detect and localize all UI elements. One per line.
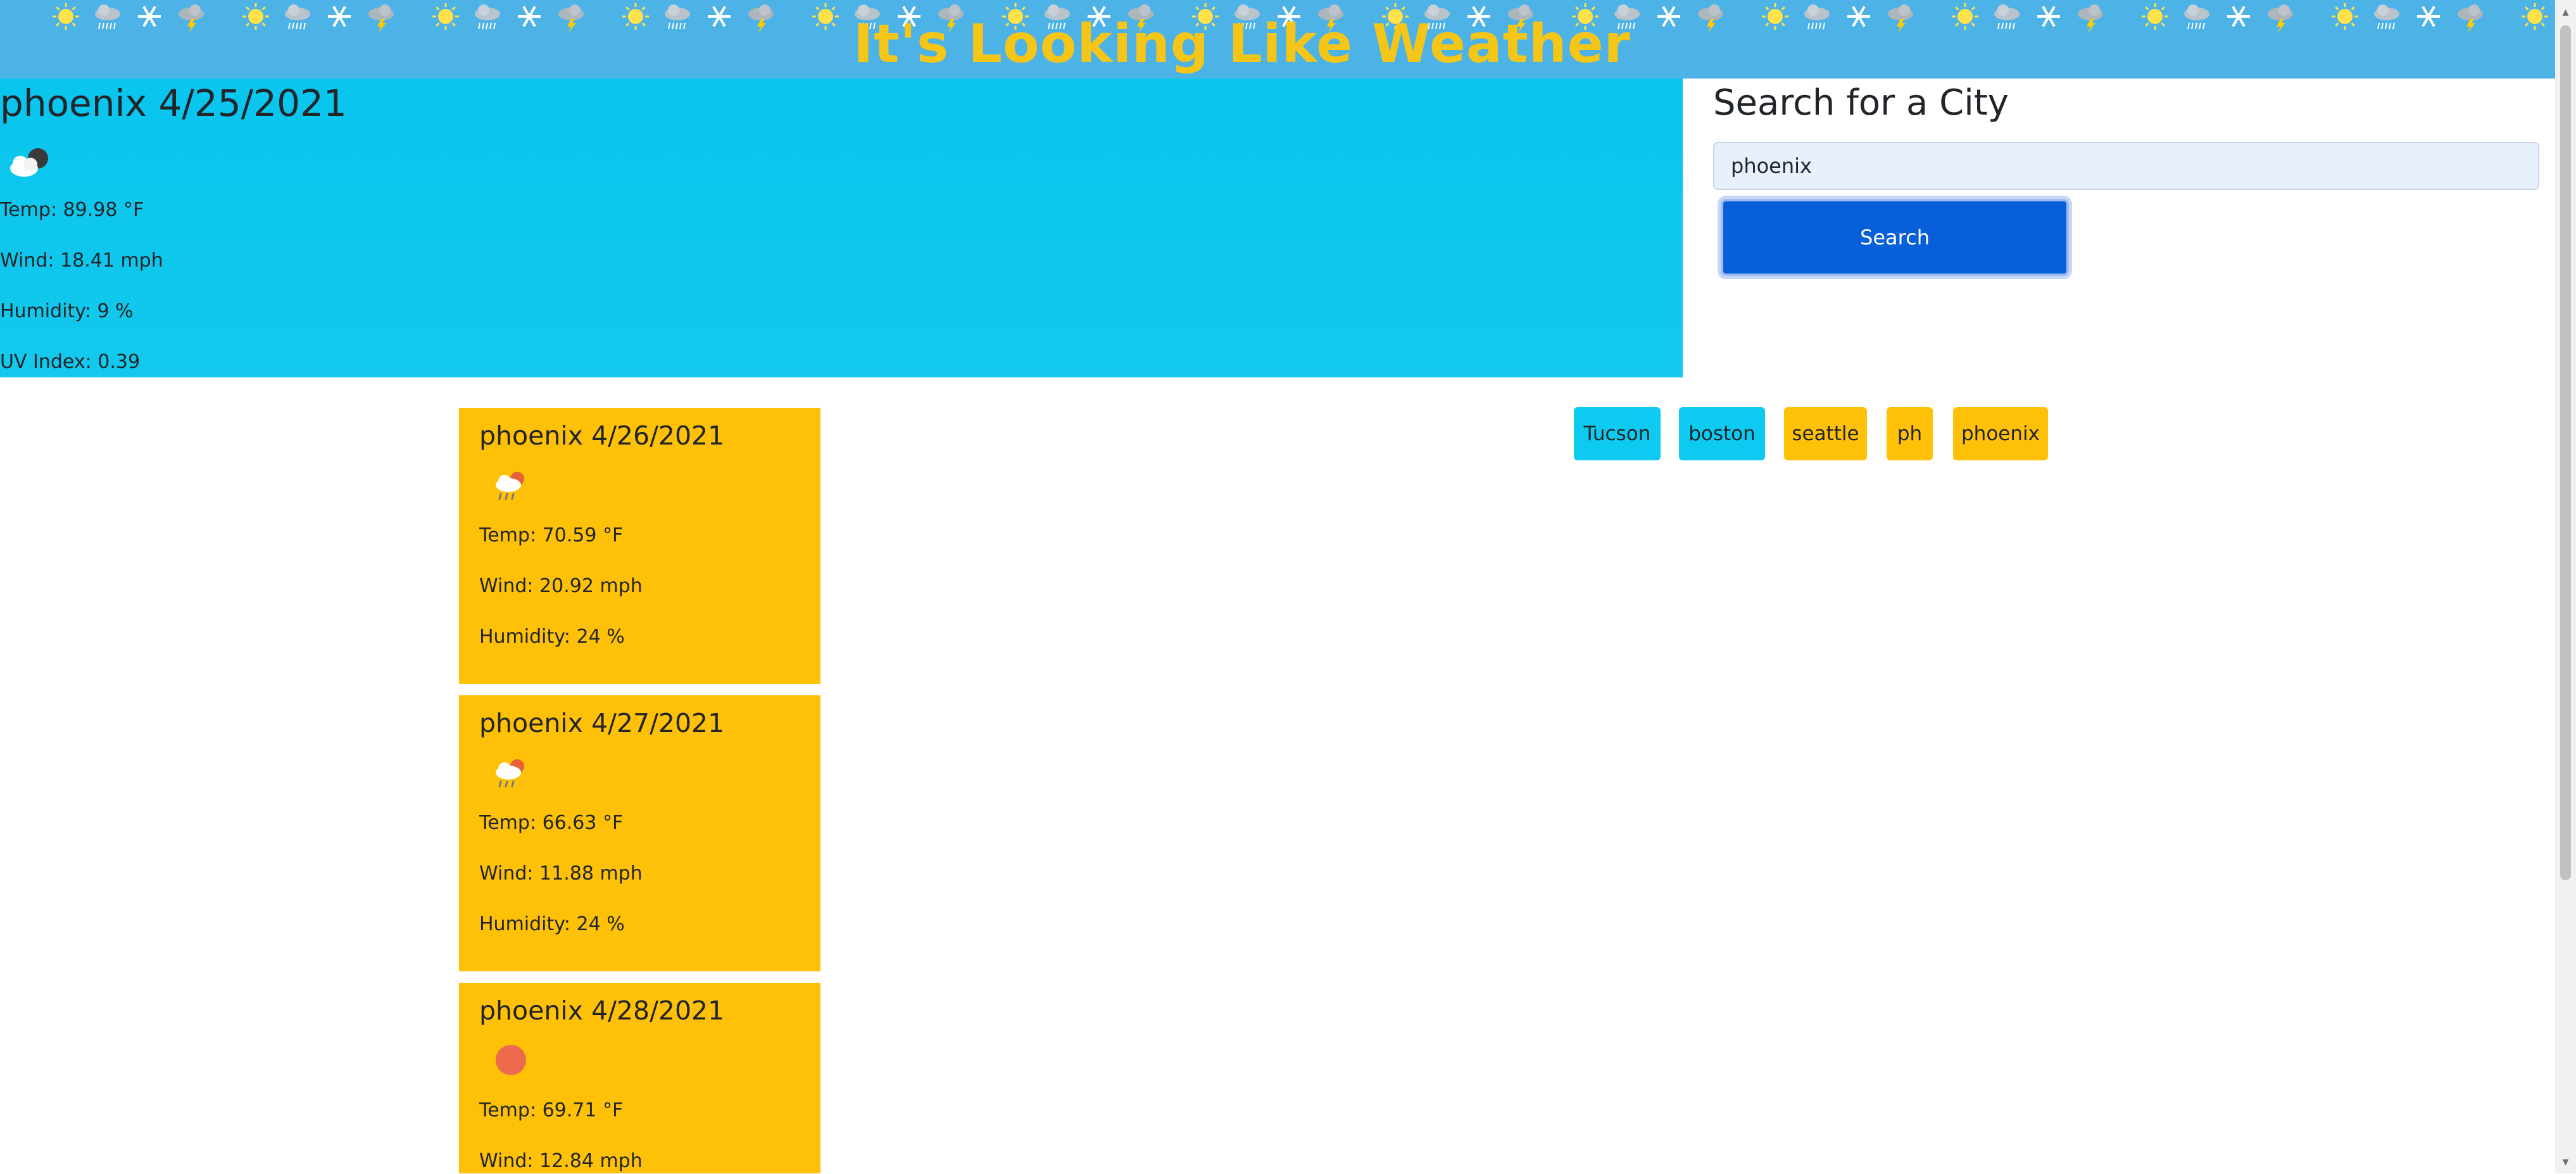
forecast-wind: Wind: 11.88 mph (479, 862, 643, 885)
forecast-wind: Wind: 12.84 mph (479, 1150, 643, 1172)
sun-icon (2522, 3, 2548, 30)
search-heading: Search for a City (1713, 82, 2009, 123)
forecast-humidity: Humidity: 24 % (479, 913, 625, 935)
history-button-phoenix[interactable]: phoenix (1953, 407, 2048, 460)
scroll-down-icon[interactable]: ▾ (2560, 1154, 2571, 1169)
forecast-card: phoenix 4/28/2021 Temp: 69.71 °F Wind: 1… (459, 983, 820, 1173)
history-button-ph[interactable]: ph (1887, 407, 1933, 460)
sun-icon (496, 1045, 526, 1075)
history-button-boston[interactable]: boston (1679, 407, 1765, 460)
forecast-wind: Wind: 20.92 mph (479, 575, 643, 597)
current-temp: Temp: 89.98 °F (0, 199, 144, 221)
history-button-tucson[interactable]: Tucson (1574, 407, 1661, 460)
cloudy-night-icon (10, 148, 48, 177)
header-banner: It's Looking Like Weather (0, 0, 2555, 79)
page-scrollbar[interactable]: ▴ ▾ (2555, 0, 2576, 1173)
scroll-up-icon[interactable]: ▴ (2560, 4, 2571, 19)
scrollbar-thumb[interactable] (2560, 25, 2571, 880)
forecast-humidity: Humidity: 24 % (479, 626, 625, 648)
city-search-input[interactable] (1713, 142, 2539, 190)
forecast-temp: Temp: 66.63 °F (479, 812, 624, 834)
forecast-date: phoenix 4/28/2021 (479, 995, 725, 1026)
current-uv-index: UV Index: 0.39 (0, 351, 141, 373)
forecast-card: phoenix 4/27/2021 Temp: 66.63 °F Wind: 1… (459, 695, 820, 971)
current-wind: Wind: 18.41 mph (0, 249, 163, 272)
current-humidity: Humidity: 9 % (0, 300, 134, 322)
forecast-card: phoenix 4/26/2021 Temp: 70.59 °F Wind: 2… (459, 408, 820, 684)
page-title: It's Looking Like Weather (853, 13, 1631, 75)
forecast-temp: Temp: 69.71 °F (479, 1099, 624, 1121)
rain-cloud-icon (496, 472, 524, 500)
rain-cloud-icon (496, 759, 524, 788)
forecast-temp: Temp: 70.59 °F (479, 524, 624, 546)
forecast-date: phoenix 4/27/2021 (479, 708, 725, 738)
history-button-seattle[interactable]: seattle (1784, 407, 1867, 460)
current-weather-title: phoenix 4/25/2021 (0, 82, 347, 125)
forecast-date: phoenix 4/26/2021 (479, 420, 725, 451)
search-button[interactable]: Search (1721, 199, 2069, 276)
